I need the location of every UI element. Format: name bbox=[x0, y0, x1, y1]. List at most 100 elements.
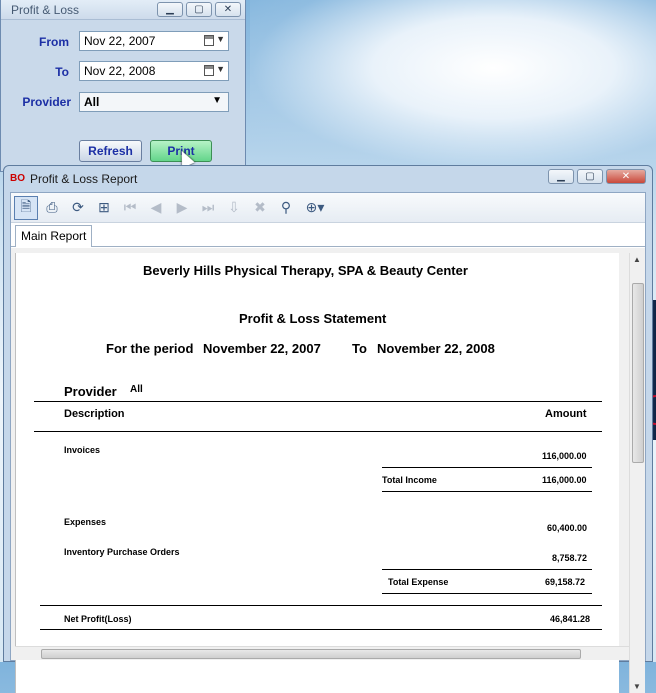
expense-subtotal-rule bbox=[382, 569, 592, 570]
report-window: BO Profit & Loss Report ▁ ▢ ✕ 🗎 ⎙ ⟳ ⊞ ⏮ … bbox=[3, 165, 653, 693]
chevron-down-icon[interactable]: ▼ bbox=[633, 682, 641, 691]
binoculars-icon: ⚲ bbox=[280, 199, 292, 215]
from-label: From bbox=[39, 35, 69, 49]
invoices-label: Invoices bbox=[64, 445, 101, 455]
app-logo-icon: BO bbox=[10, 173, 25, 184]
total-expense-label: Total Expense bbox=[388, 577, 449, 587]
last-page-button[interactable]: ⏭ bbox=[196, 196, 220, 220]
profit-loss-window: Profit & Loss ▁ ▢ ✕ From Nov 22, 2007 ▼ … bbox=[0, 0, 246, 172]
export-icon: 🗎 bbox=[20, 197, 32, 214]
expenses-amount: 60,400.00 bbox=[547, 523, 588, 533]
maximize-button[interactable]: ▢ bbox=[186, 2, 212, 17]
description-column-header: Description bbox=[64, 408, 125, 420]
period-to-word: To bbox=[352, 341, 367, 356]
period-to: November 22, 2008 bbox=[377, 341, 495, 356]
close-icon: ✕ bbox=[223, 4, 233, 15]
print-report-button[interactable]: ⎙ bbox=[40, 196, 64, 220]
report-tab-bar: Main Report bbox=[11, 223, 645, 247]
chevron-down-icon[interactable]: ▼ bbox=[212, 95, 222, 106]
net-profit-amount: 46,841.28 bbox=[550, 614, 591, 624]
close-icon: ✕ bbox=[621, 171, 631, 182]
first-page-icon: ⏮ bbox=[123, 199, 137, 215]
to-date-picker[interactable]: Nov 22, 2008 ▼ bbox=[79, 61, 229, 81]
vertical-scroll-thumb[interactable] bbox=[632, 283, 644, 463]
refresh-report-button[interactable]: ⟳ bbox=[66, 196, 90, 220]
from-date-picker[interactable]: Nov 22, 2007 ▼ bbox=[79, 31, 229, 51]
report-close-button[interactable]: ✕ bbox=[606, 169, 646, 184]
minimize-icon: ▁ bbox=[557, 171, 565, 182]
refresh-icon: ⟳ bbox=[72, 199, 84, 215]
total-income-label: Total Income bbox=[382, 475, 437, 485]
horizontal-scrollbar[interactable] bbox=[15, 646, 629, 660]
header-bottom-rule bbox=[34, 431, 602, 432]
minimize-icon: ▁ bbox=[166, 4, 174, 15]
previous-page-button[interactable]: ◀ bbox=[144, 196, 168, 220]
net-profit-bottom-rule bbox=[40, 629, 602, 630]
minimize-button[interactable]: ▁ bbox=[157, 2, 183, 17]
refresh-button[interactable]: Refresh bbox=[79, 140, 142, 162]
report-titlebar[interactable]: BO Profit & Loss Report ▁ ▢ ✕ bbox=[4, 166, 652, 192]
tab-main-report[interactable]: Main Report bbox=[15, 225, 93, 247]
report-toolbar: 🗎 ⎙ ⟳ ⊞ ⏮ ◀ ▶ ⏭ ⇩ ✖ ⚲ ⊕▾ bbox=[11, 193, 645, 223]
maximize-icon: ▢ bbox=[194, 4, 204, 15]
previous-page-icon: ◀ bbox=[150, 199, 162, 215]
last-page-icon: ⏭ bbox=[201, 199, 215, 215]
inventory-purchase-orders-amount: 8,758.72 bbox=[552, 553, 588, 563]
net-profit-label: Net Profit(Loss) bbox=[64, 614, 132, 624]
header-top-rule bbox=[34, 401, 602, 402]
goto-page-button[interactable]: ⇩ bbox=[222, 196, 246, 220]
total-income-amount: 116,000.00 bbox=[542, 475, 587, 485]
provider-label: Provider bbox=[22, 95, 71, 109]
search-button[interactable]: ⚲ bbox=[274, 196, 298, 220]
net-profit-top-rule bbox=[40, 605, 602, 606]
chevron-up-icon[interactable]: ▲ bbox=[633, 255, 641, 264]
from-date-value: Nov 22, 2007 bbox=[84, 34, 156, 48]
to-label: To bbox=[55, 65, 69, 79]
company-name: Beverly Hills Physical Therapy, SPA & Be… bbox=[143, 263, 468, 278]
window-title: Profit & Loss bbox=[11, 3, 80, 17]
stop-button[interactable]: ✖ bbox=[248, 196, 272, 220]
income-total-rule bbox=[382, 491, 592, 492]
report-viewer: 🗎 ⎙ ⟳ ⊞ ⏮ ◀ ▶ ⏭ ⇩ ✖ ⚲ ⊕▾ Main Report Bev… bbox=[10, 192, 646, 693]
report-minimize-button[interactable]: ▁ bbox=[548, 169, 574, 184]
report-canvas: Beverly Hills Physical Therapy, SPA & Be… bbox=[11, 248, 645, 693]
calendar-icon[interactable] bbox=[204, 35, 214, 46]
period-prefix: For the period bbox=[106, 341, 194, 356]
chevron-down-icon[interactable]: ▼ bbox=[216, 64, 225, 74]
group-tree-button[interactable]: ⊞ bbox=[92, 196, 116, 220]
horizontal-scroll-thumb[interactable] bbox=[41, 649, 581, 659]
period-from: November 22, 2007 bbox=[203, 341, 321, 356]
export-button[interactable]: 🗎 bbox=[14, 195, 38, 220]
provider-select[interactable]: All ▼ bbox=[79, 92, 229, 112]
next-page-icon: ▶ bbox=[176, 199, 188, 215]
statement-title: Profit & Loss Statement bbox=[239, 311, 387, 326]
expenses-label: Expenses bbox=[64, 517, 107, 527]
expense-total-rule bbox=[382, 593, 592, 594]
report-maximize-button[interactable]: ▢ bbox=[577, 169, 603, 184]
invoices-amount: 116,000.00 bbox=[542, 451, 587, 461]
zoom-icon: ⊕▾ bbox=[305, 199, 325, 215]
to-date-value: Nov 22, 2008 bbox=[84, 64, 156, 78]
income-subtotal-rule bbox=[382, 467, 592, 468]
tree-icon: ⊞ bbox=[98, 199, 110, 215]
report-page: Beverly Hills Physical Therapy, SPA & Be… bbox=[15, 253, 619, 693]
provider-heading-value: All bbox=[130, 384, 143, 395]
vertical-scrollbar[interactable]: ▲ ▼ bbox=[629, 253, 645, 693]
close-button[interactable]: ✕ bbox=[215, 2, 241, 17]
provider-heading: Provider bbox=[64, 384, 117, 399]
zoom-button[interactable]: ⊕▾ bbox=[300, 196, 330, 220]
inventory-purchase-orders-label: Inventory Purchase Orders bbox=[64, 547, 180, 557]
maximize-icon: ▢ bbox=[585, 171, 595, 182]
total-expense-amount: 69,158.72 bbox=[545, 577, 586, 587]
next-page-button[interactable]: ▶ bbox=[170, 196, 194, 220]
stop-icon: ✖ bbox=[254, 199, 266, 215]
chevron-down-icon[interactable]: ▼ bbox=[216, 34, 225, 44]
printer-icon: ⎙ bbox=[46, 199, 58, 215]
provider-select-value: All bbox=[84, 95, 100, 109]
profit-loss-titlebar[interactable]: Profit & Loss ▁ ▢ ✕ bbox=[1, 0, 245, 20]
first-page-button[interactable]: ⏮ bbox=[118, 196, 142, 220]
calendar-icon[interactable] bbox=[204, 65, 214, 76]
amount-column-header: Amount bbox=[545, 408, 587, 420]
report-window-title: Profit & Loss Report bbox=[30, 172, 138, 186]
goto-page-icon: ⇩ bbox=[228, 199, 240, 215]
